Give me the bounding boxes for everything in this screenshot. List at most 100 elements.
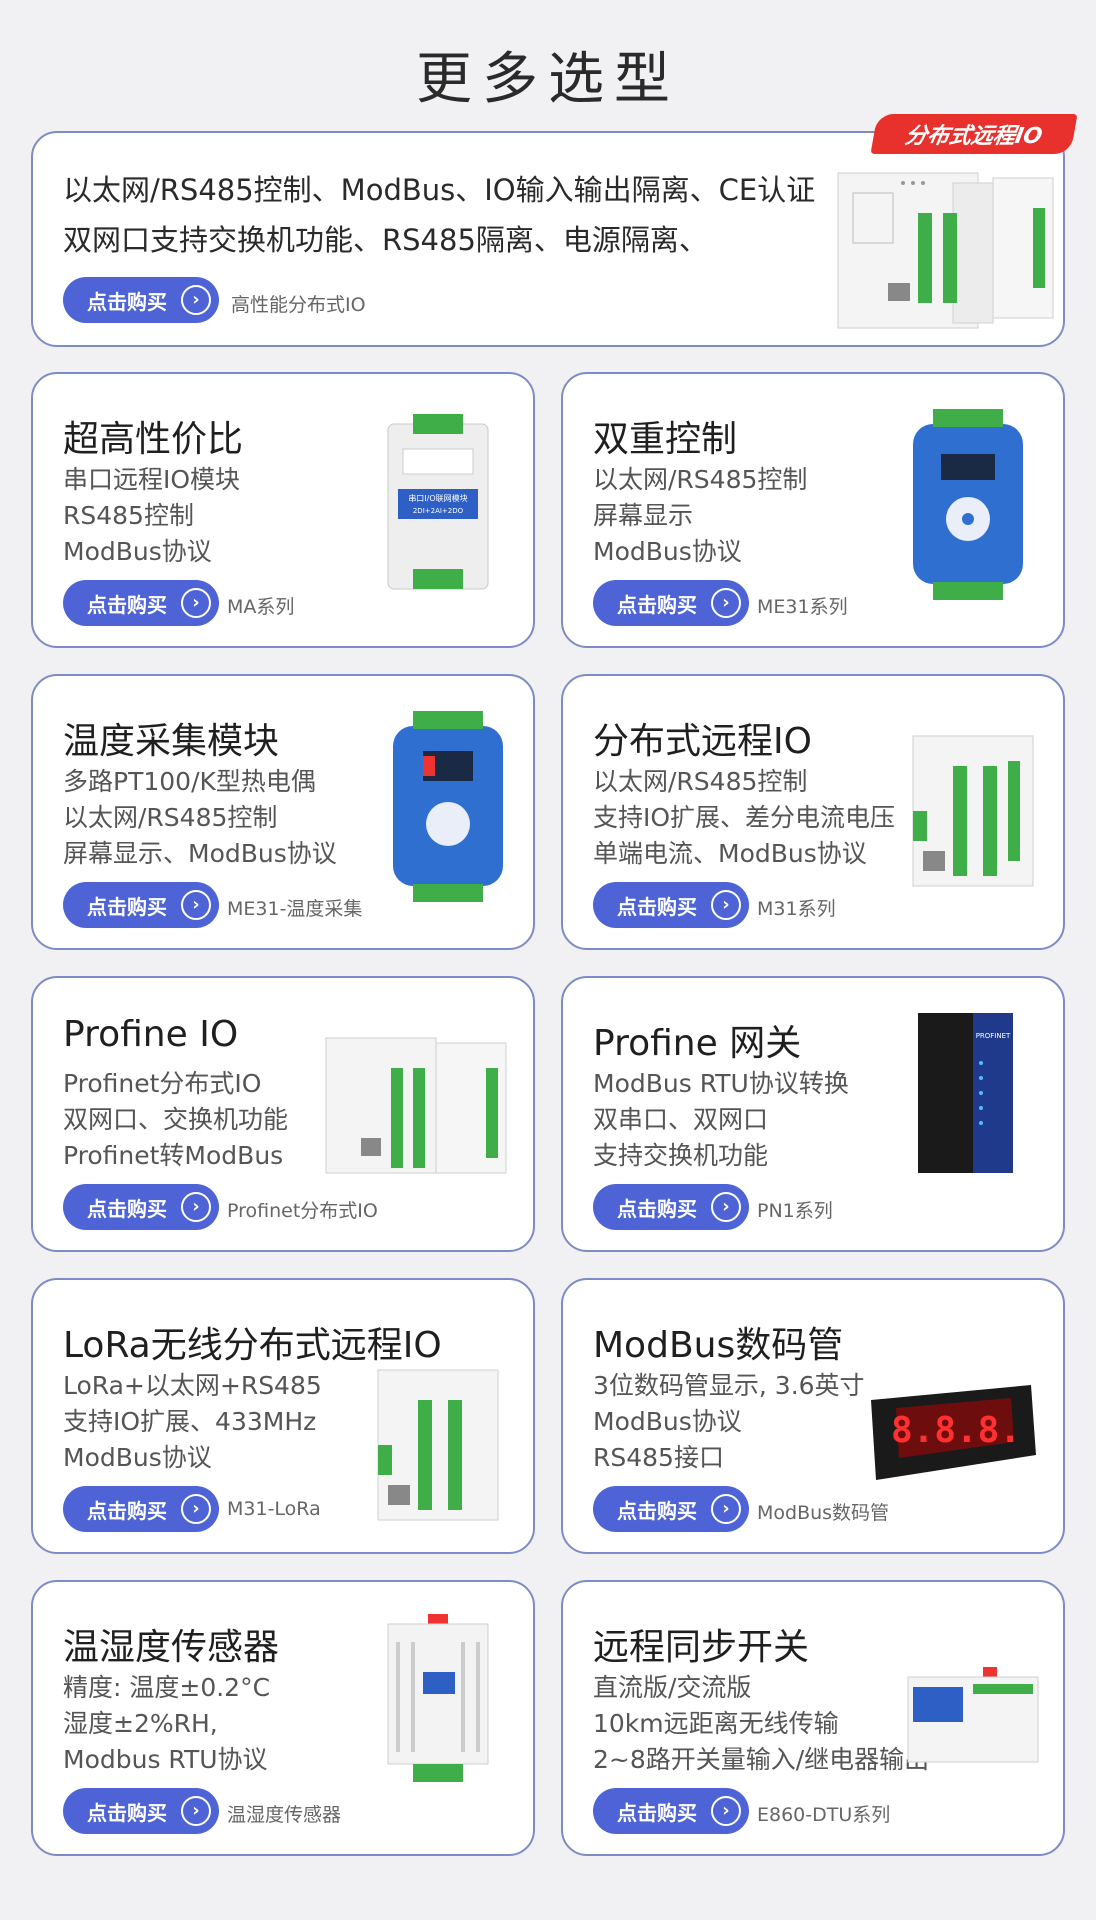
- card-line: 支持IO扩展、差分电流电压: [593, 803, 896, 832]
- buy-button-label: 点击购买: [617, 1498, 697, 1523]
- buy-button[interactable]: 点击购买 ›: [63, 1184, 219, 1230]
- series-label: 高性能分布式IO: [231, 294, 366, 316]
- card-line: ModBus协议: [593, 537, 742, 566]
- buy-button[interactable]: 点击购买 ›: [593, 1184, 749, 1230]
- series-label: ModBus数码管: [757, 1502, 890, 1524]
- card-title: 超高性价比: [63, 419, 244, 460]
- card-title: 远程同步开关: [593, 1627, 810, 1668]
- dual-control-module-image: [913, 409, 1023, 600]
- distributed-io-module-image: [837, 172, 1054, 329]
- led-display-image: 8.8.8.: [871, 1385, 1036, 1480]
- product-card[interactable]: 远程同步开关 直流版/交流版 10km远距离无线传输 2~8路开关量输入/继电器…: [561, 1580, 1065, 1856]
- series-label: M31-LoRa: [227, 1498, 321, 1520]
- featured-product-card[interactable]: 以太网/RS485控制、ModBus、IO输入输出隔离、CE认证 双网口支持交换…: [31, 131, 1065, 347]
- card-line: RS485接口: [593, 1443, 724, 1472]
- serial-io-module-image: 串口I/O联网模块 2DI+2AI+2DO: [387, 414, 489, 590]
- buy-button-label: 点击购买: [87, 592, 167, 617]
- card-line: LoRa+以太网+RS485: [63, 1371, 322, 1400]
- series-label: 温湿度传感器: [227, 1804, 342, 1826]
- buy-button-label: 点击购买: [87, 1196, 167, 1221]
- card-line: 屏幕显示: [593, 501, 694, 530]
- card-line: ModBus协议: [593, 1407, 742, 1436]
- series-label: ME31-温度采集: [227, 898, 363, 920]
- card-title: LoRa无线分布式远程IO: [63, 1325, 442, 1366]
- featured-line-1: 以太网/RS485控制、ModBus、IO输入输出隔离、CE认证: [63, 173, 816, 207]
- card-line: RS485控制: [63, 501, 194, 530]
- card-title: 温湿度传感器: [63, 1627, 280, 1668]
- module-sublabel: 2DI+2AI+2DO: [413, 507, 464, 515]
- product-card[interactable]: 温湿度传感器 精度: 温度±0.2°C 湿度±2%RH, Modbus RTU协…: [31, 1580, 535, 1856]
- product-card[interactable]: 分布式远程IO 以太网/RS485控制 支持IO扩展、差分电流电压 单端电流、M…: [561, 674, 1065, 950]
- card-line: 10km远距离无线传输: [593, 1709, 839, 1738]
- card-line: 3位数码管显示, 3.6英寸: [593, 1371, 865, 1400]
- buy-button[interactable]: 点击购买 ›: [63, 277, 219, 323]
- product-card[interactable]: Profine 网关 ModBus RTU协议转换 双串口、双网口 支持交换机功…: [561, 976, 1065, 1252]
- card-line: 以太网/RS485控制: [593, 465, 808, 494]
- series-label: PN1系列: [757, 1200, 833, 1222]
- profinet-gateway-image: PROFINET: [918, 1013, 1013, 1173]
- series-label: ME31系列: [757, 596, 848, 618]
- buy-button[interactable]: 点击购买 ›: [63, 882, 219, 928]
- lora-io-module-image: [377, 1369, 499, 1521]
- buy-button-label: 点击购买: [87, 289, 167, 314]
- card-line: 双串口、双网口: [593, 1105, 769, 1134]
- series-label: E860-DTU系列: [757, 1804, 891, 1826]
- product-card[interactable]: ModBus数码管 3位数码管显示, 3.6英寸 ModBus协议 RS485接…: [561, 1278, 1065, 1554]
- digit-readout: 8.8.8.: [891, 1410, 1021, 1451]
- card-line: Profinet转ModBus: [63, 1141, 284, 1170]
- module-label: 串口I/O联网模块: [408, 493, 467, 503]
- series-label: Profinet分布式IO: [227, 1200, 378, 1222]
- card-title: Profine 网关: [593, 1023, 802, 1064]
- buy-button[interactable]: 点击购买 ›: [593, 882, 749, 928]
- card-line: 屏幕显示、ModBus协议: [63, 839, 337, 868]
- card-title: 双重控制: [593, 419, 738, 460]
- product-card[interactable]: 超高性价比 串口远程IO模块 RS485控制 ModBus协议 点击购买 › M…: [31, 372, 535, 648]
- distributed-io-module-image: [912, 735, 1034, 887]
- temperature-module-image: [393, 711, 503, 902]
- product-card[interactable]: Profine IO Profinet分布式IO 双网口、交换机功能 Profi…: [31, 976, 535, 1252]
- buy-button[interactable]: 点击购买 ›: [63, 580, 219, 626]
- chevron-right-circle-icon: ›: [711, 1796, 741, 1826]
- card-line: ModBus协议: [63, 537, 212, 566]
- buy-button[interactable]: 点击购买 ›: [593, 1486, 749, 1532]
- chevron-right-circle-icon: ›: [711, 1494, 741, 1524]
- remote-switch-image: [907, 1667, 1039, 1763]
- buy-button-label: 点击购买: [617, 1196, 697, 1221]
- product-card[interactable]: LoRa无线分布式远程IO LoRa+以太网+RS485 支持IO扩展、433M…: [31, 1278, 535, 1554]
- card-line: 直流版/交流版: [593, 1673, 752, 1702]
- card-line: 支持交换机功能: [593, 1141, 769, 1170]
- buy-button-label: 点击购买: [87, 894, 167, 919]
- buy-button[interactable]: 点击购买 ›: [593, 580, 749, 626]
- buy-button-label: 点击购买: [617, 592, 697, 617]
- chevron-right-circle-icon: ›: [181, 1494, 211, 1524]
- chevron-right-circle-icon: ›: [181, 890, 211, 920]
- buy-button[interactable]: 点击购买 ›: [63, 1486, 219, 1532]
- chevron-right-circle-icon: ›: [711, 1192, 741, 1222]
- card-line: 精度: 温度±0.2°C: [63, 1673, 271, 1702]
- product-card[interactable]: 温度采集模块 多路PT100/K型热电偶 以太网/RS485控制 屏幕显示、Mo…: [31, 674, 535, 950]
- card-title: 分布式远程IO: [593, 721, 812, 762]
- card-title: ModBus数码管: [593, 1325, 844, 1366]
- series-label: MA系列: [227, 596, 295, 618]
- product-card[interactable]: 双重控制 以太网/RS485控制 屏幕显示 ModBus协议 点击购买 › ME…: [561, 372, 1065, 648]
- buy-button-label: 点击购买: [617, 894, 697, 919]
- profinet-label: PROFINET: [976, 1032, 1011, 1040]
- card-line: 以太网/RS485控制: [63, 803, 278, 832]
- chevron-right-circle-icon: ›: [181, 285, 211, 315]
- featured-line-2: 双网口支持交换机功能、RS485隔离、电源隔离、: [63, 223, 708, 257]
- buy-button[interactable]: 点击购买 ›: [593, 1788, 749, 1834]
- page-title: 更多选型: [416, 47, 680, 112]
- card-line: Profinet分布式IO: [63, 1069, 262, 1098]
- chevron-right-circle-icon: ›: [181, 588, 211, 618]
- card-title: Profine IO: [63, 1014, 239, 1055]
- card-line: Modbus RTU协议: [63, 1745, 268, 1774]
- chevron-right-circle-icon: ›: [711, 890, 741, 920]
- chevron-right-circle-icon: ›: [711, 588, 741, 618]
- temp-humidity-sensor-image: [387, 1614, 489, 1782]
- buy-button-label: 点击购买: [87, 1498, 167, 1523]
- card-line: 以太网/RS485控制: [593, 767, 808, 796]
- card-line: 湿度±2%RH,: [63, 1709, 218, 1738]
- series-label: M31系列: [757, 898, 836, 920]
- buy-button[interactable]: 点击购买 ›: [63, 1788, 219, 1834]
- card-line: 串口远程IO模块: [63, 465, 241, 494]
